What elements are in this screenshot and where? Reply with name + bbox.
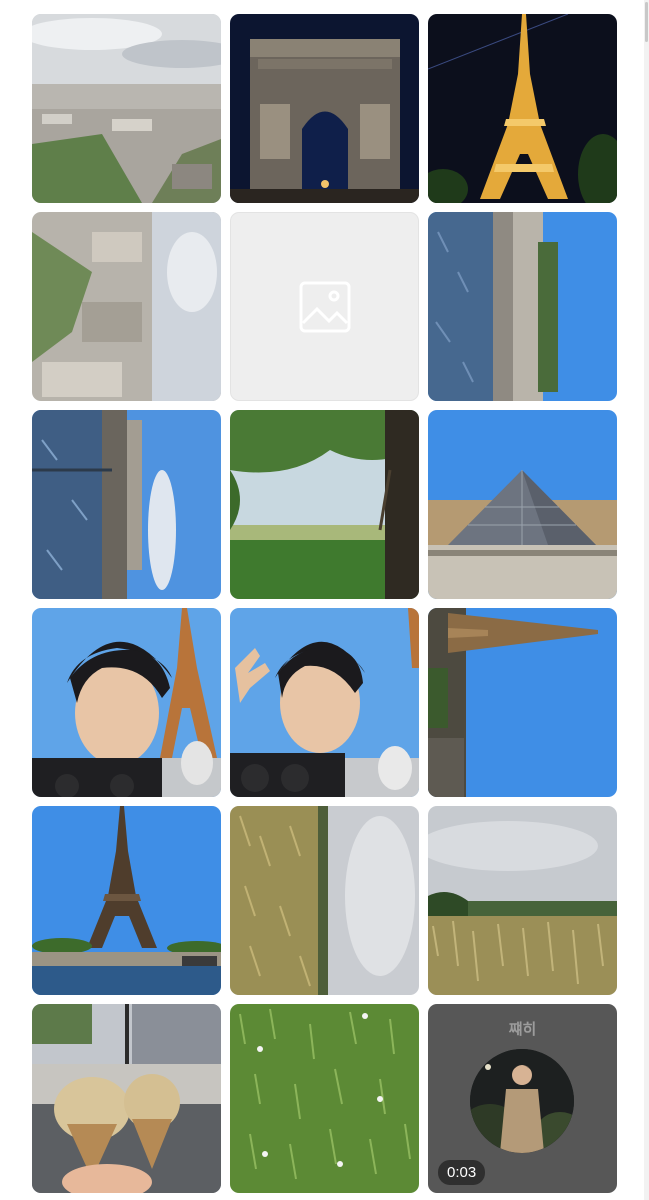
- photo-wheat-field[interactable]: [428, 806, 617, 995]
- photo-paris-aerial-rotated[interactable]: [32, 212, 221, 401]
- photo-wheat-field-rotated[interactable]: [230, 806, 419, 995]
- photo-arc-de-triomphe-night[interactable]: [230, 14, 419, 203]
- photo-seine-river-rotated[interactable]: [428, 212, 617, 401]
- scrollbar-thumb[interactable]: [645, 2, 648, 42]
- photo-louvre-pyramid[interactable]: [428, 410, 617, 599]
- video-thumbnail: [470, 1049, 574, 1153]
- video-title: 쨰히: [508, 1021, 537, 1038]
- photo-eiffel-tower-night[interactable]: [428, 14, 617, 203]
- photo-selfie-peace-sign[interactable]: [230, 608, 419, 797]
- video-duration-badge: 0:03: [438, 1160, 486, 1185]
- photo-grid: 쨰히 0:03: [32, 14, 617, 1193]
- image-placeholder-icon: [299, 281, 350, 332]
- photo-seine-bank-rotated[interactable]: [32, 410, 221, 599]
- photo-paris-cityscape[interactable]: [32, 14, 221, 203]
- photo-ice-cream-street[interactable]: [32, 1004, 221, 1193]
- photo-eiffel-tower-day[interactable]: [32, 806, 221, 995]
- video-tile[interactable]: 쨰히 0:03: [428, 1004, 617, 1193]
- photo-grass-daisies[interactable]: [230, 1004, 419, 1193]
- photo-tree-meadow[interactable]: [230, 410, 419, 599]
- scrollbar[interactable]: [644, 0, 649, 1200]
- photo-placeholder[interactable]: [230, 212, 419, 401]
- photo-eiffel-tower-rotated[interactable]: [428, 608, 617, 797]
- photo-selfie-eiffel[interactable]: [32, 608, 221, 797]
